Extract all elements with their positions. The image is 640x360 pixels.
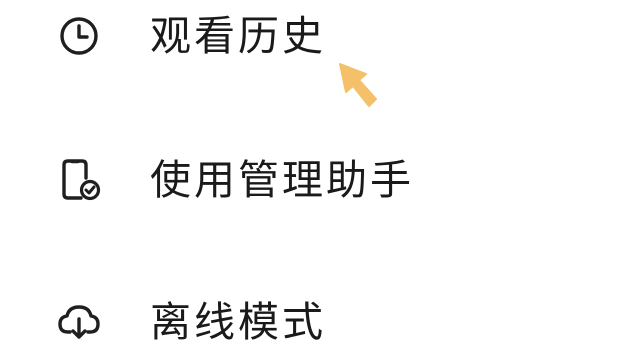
menu-item-usage-assistant[interactable]: 使用管理助手	[56, 150, 414, 210]
menu-item-label: 离线模式	[150, 297, 326, 346]
phone-check-icon	[56, 157, 102, 203]
menu-item-label: 观看历史	[150, 11, 326, 60]
menu-item-watch-history[interactable]: 观看历史	[56, 6, 326, 66]
settings-menu: 观看历史 使用管理助手 离线模式	[0, 0, 640, 360]
menu-item-label: 使用管理助手	[150, 155, 414, 204]
clock-icon	[56, 13, 102, 59]
pointer-arrow-icon	[332, 58, 384, 114]
menu-item-offline-mode[interactable]: 离线模式	[56, 292, 326, 352]
cloud-download-icon	[56, 299, 102, 345]
